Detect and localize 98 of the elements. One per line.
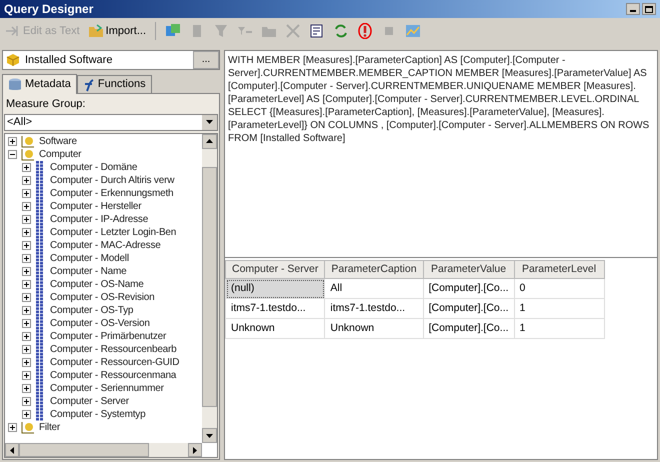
folder-icon [88,24,104,38]
expand-toggle[interactable] [22,202,31,210]
close-icon [285,23,302,39]
panel-tab[interactable]: Functions [76,75,152,93]
expand-toggle[interactable] [22,254,31,262]
chart-icon [405,23,422,39]
tree-item[interactable]: Computer - Durch Altiris verw [50,172,174,188]
refresh-icon [333,23,350,39]
expand-toggle[interactable] [22,228,31,236]
dimension-icon [21,148,35,160]
expand-toggle[interactable] [8,136,17,146]
cube-icon [6,53,20,67]
tree-item[interactable]: Computer - Letzter Login-Ben [50,224,176,240]
tree-item[interactable]: Computer - IP-Adresse [50,212,148,226]
expand-toggle[interactable] [22,370,31,380]
filter-icon [213,23,230,39]
tree-item[interactable]: Computer - MAC-Adresse [50,238,161,252]
table-cell: 1 [514,318,604,338]
database-icon [8,78,22,92]
tree-item[interactable]: Computer - Server [50,394,129,408]
column-header[interactable]: ParameterValue [423,260,514,278]
table-cell: itms7-1.testdo... [324,298,424,318]
tree-item[interactable]: Computer [39,146,82,162]
expand-toggle[interactable] [22,384,31,392]
tree-item[interactable]: Computer - Primärbenutzer [50,328,166,344]
cube-name: Installed Software [25,52,114,68]
browse-button[interactable]: ... [193,51,219,69]
horizontal-scrollbar[interactable] [5,443,202,457]
expand-toggle[interactable] [22,292,31,302]
minimize-button[interactable] [626,3,640,15]
tree-item[interactable]: Software [39,134,77,148]
tree-item[interactable]: Computer - Ressourcen-GUID [50,354,180,370]
squares-icon [165,23,182,39]
tree-item[interactable]: Computer - Domäne [50,160,138,174]
expand-toggle[interactable] [22,176,31,184]
panel-tab[interactable]: Metadata [2,74,77,94]
function-icon [82,78,95,92]
vertical-scrollbar[interactable] [202,134,217,443]
import-button[interactable]: Import... [86,21,148,41]
tree-item[interactable]: Computer - OS-Version [50,316,150,330]
expand-toggle[interactable] [22,280,31,288]
table-cell: [Computer].[Co... [423,278,514,298]
expand-toggle[interactable] [22,318,31,328]
expand-toggle[interactable] [22,162,31,172]
measure-group-dropdown[interactable]: <All> [4,114,218,130]
table-cell: All [324,278,424,298]
up-arrow-icon[interactable] [206,139,213,143]
tree-item[interactable]: Computer - OS-Typ [50,302,134,318]
expand-toggle[interactable] [22,332,31,340]
expand-toggle[interactable] [22,410,31,418]
table-cell: 1 [514,298,604,318]
tree-item[interactable]: Computer - Ressourcenbearb [50,342,177,356]
tree-item[interactable]: Computer - Modell [50,250,129,266]
list-icon [309,23,326,39]
dimension-icon [21,420,35,434]
tree-item[interactable]: Computer - Erkennungsmeth [50,186,174,200]
collapse-toggle[interactable] [8,150,17,158]
dropdown-arrow-button[interactable] [202,114,217,130]
query-text-box[interactable]: WITH MEMBER [Measures].[ParameterCaption] AS [Computer].[Computer - Server].CURRENTMEMBER.MEMBER_CAPTION MEMBER [Measures].[ParameterValue] AS [Computer].[Computer - Server].CURRENTMEMBER.UNIQUENAME MEMBER [Measures].[ParameterLevel] AS [Computer].[Computer - Server].CURRENTMEMBER.LEVEL.ORDINAL SELECT {[Measures].[ParameterCaption], [Measures].[ParameterValue], [Measures].[ParameterLevel]} ON COLUMNS , [Computer].[Computer - Server].ALLMEMBERS ON ROWS FROM [Installed Software] [224,50,658,258]
dimension-icon [21,134,35,148]
tree-item[interactable]: Filter [39,420,60,434]
maximize-button[interactable] [642,3,656,15]
right-arrow-icon[interactable] [193,446,197,454]
table-cell: itms7-1.testdo... [226,298,325,318]
tree-item[interactable]: Computer - OS-Name [50,276,144,292]
measure-group-label: Measure Group: [5,97,86,112]
expand-toggle[interactable] [22,306,31,314]
expand-toggle[interactable] [8,422,17,432]
column-header[interactable]: ParameterLevel [514,260,604,278]
expand-toggle[interactable] [22,344,31,354]
column-header[interactable]: Computer - Server [226,260,325,278]
table-cell: Unknown [324,318,424,338]
run-tool-button[interactable] [356,21,374,41]
table-cell: 0 [514,278,604,298]
expand-toggle[interactable] [22,214,31,224]
expand-toggle[interactable] [22,396,31,406]
expand-toggle[interactable] [22,240,31,250]
down-arrow-icon[interactable] [206,434,213,438]
down-arrow-icon [206,120,213,124]
exclamation-icon [357,23,374,39]
tree-item[interactable]: Computer - Seriennummer [50,380,164,396]
tree-item[interactable]: Computer - Hersteller [50,198,142,214]
table-cell: Unknown [226,318,325,338]
left-arrow-icon[interactable] [10,446,14,454]
cube-selector[interactable]: Installed Software ... [2,50,220,70]
tree-item[interactable]: Computer - OS-Revision [50,290,155,304]
table-cell: [Computer].[Co... [423,318,514,338]
expand-toggle[interactable] [22,358,31,366]
tree-item[interactable]: Computer - Name [50,264,126,278]
tree-item[interactable]: Computer - Ressourcenmana [50,368,176,382]
column-header[interactable]: ParameterCaption [324,260,424,278]
expand-toggle[interactable] [22,188,31,198]
tree-item[interactable]: Computer - Systemtyp [50,406,146,422]
window-title: Query Designer [4,1,94,18]
table-cell: [Computer].[Co... [423,298,514,318]
expand-toggle[interactable] [22,266,31,276]
table-cell: (null) [226,278,325,298]
edit-icon [5,24,21,38]
